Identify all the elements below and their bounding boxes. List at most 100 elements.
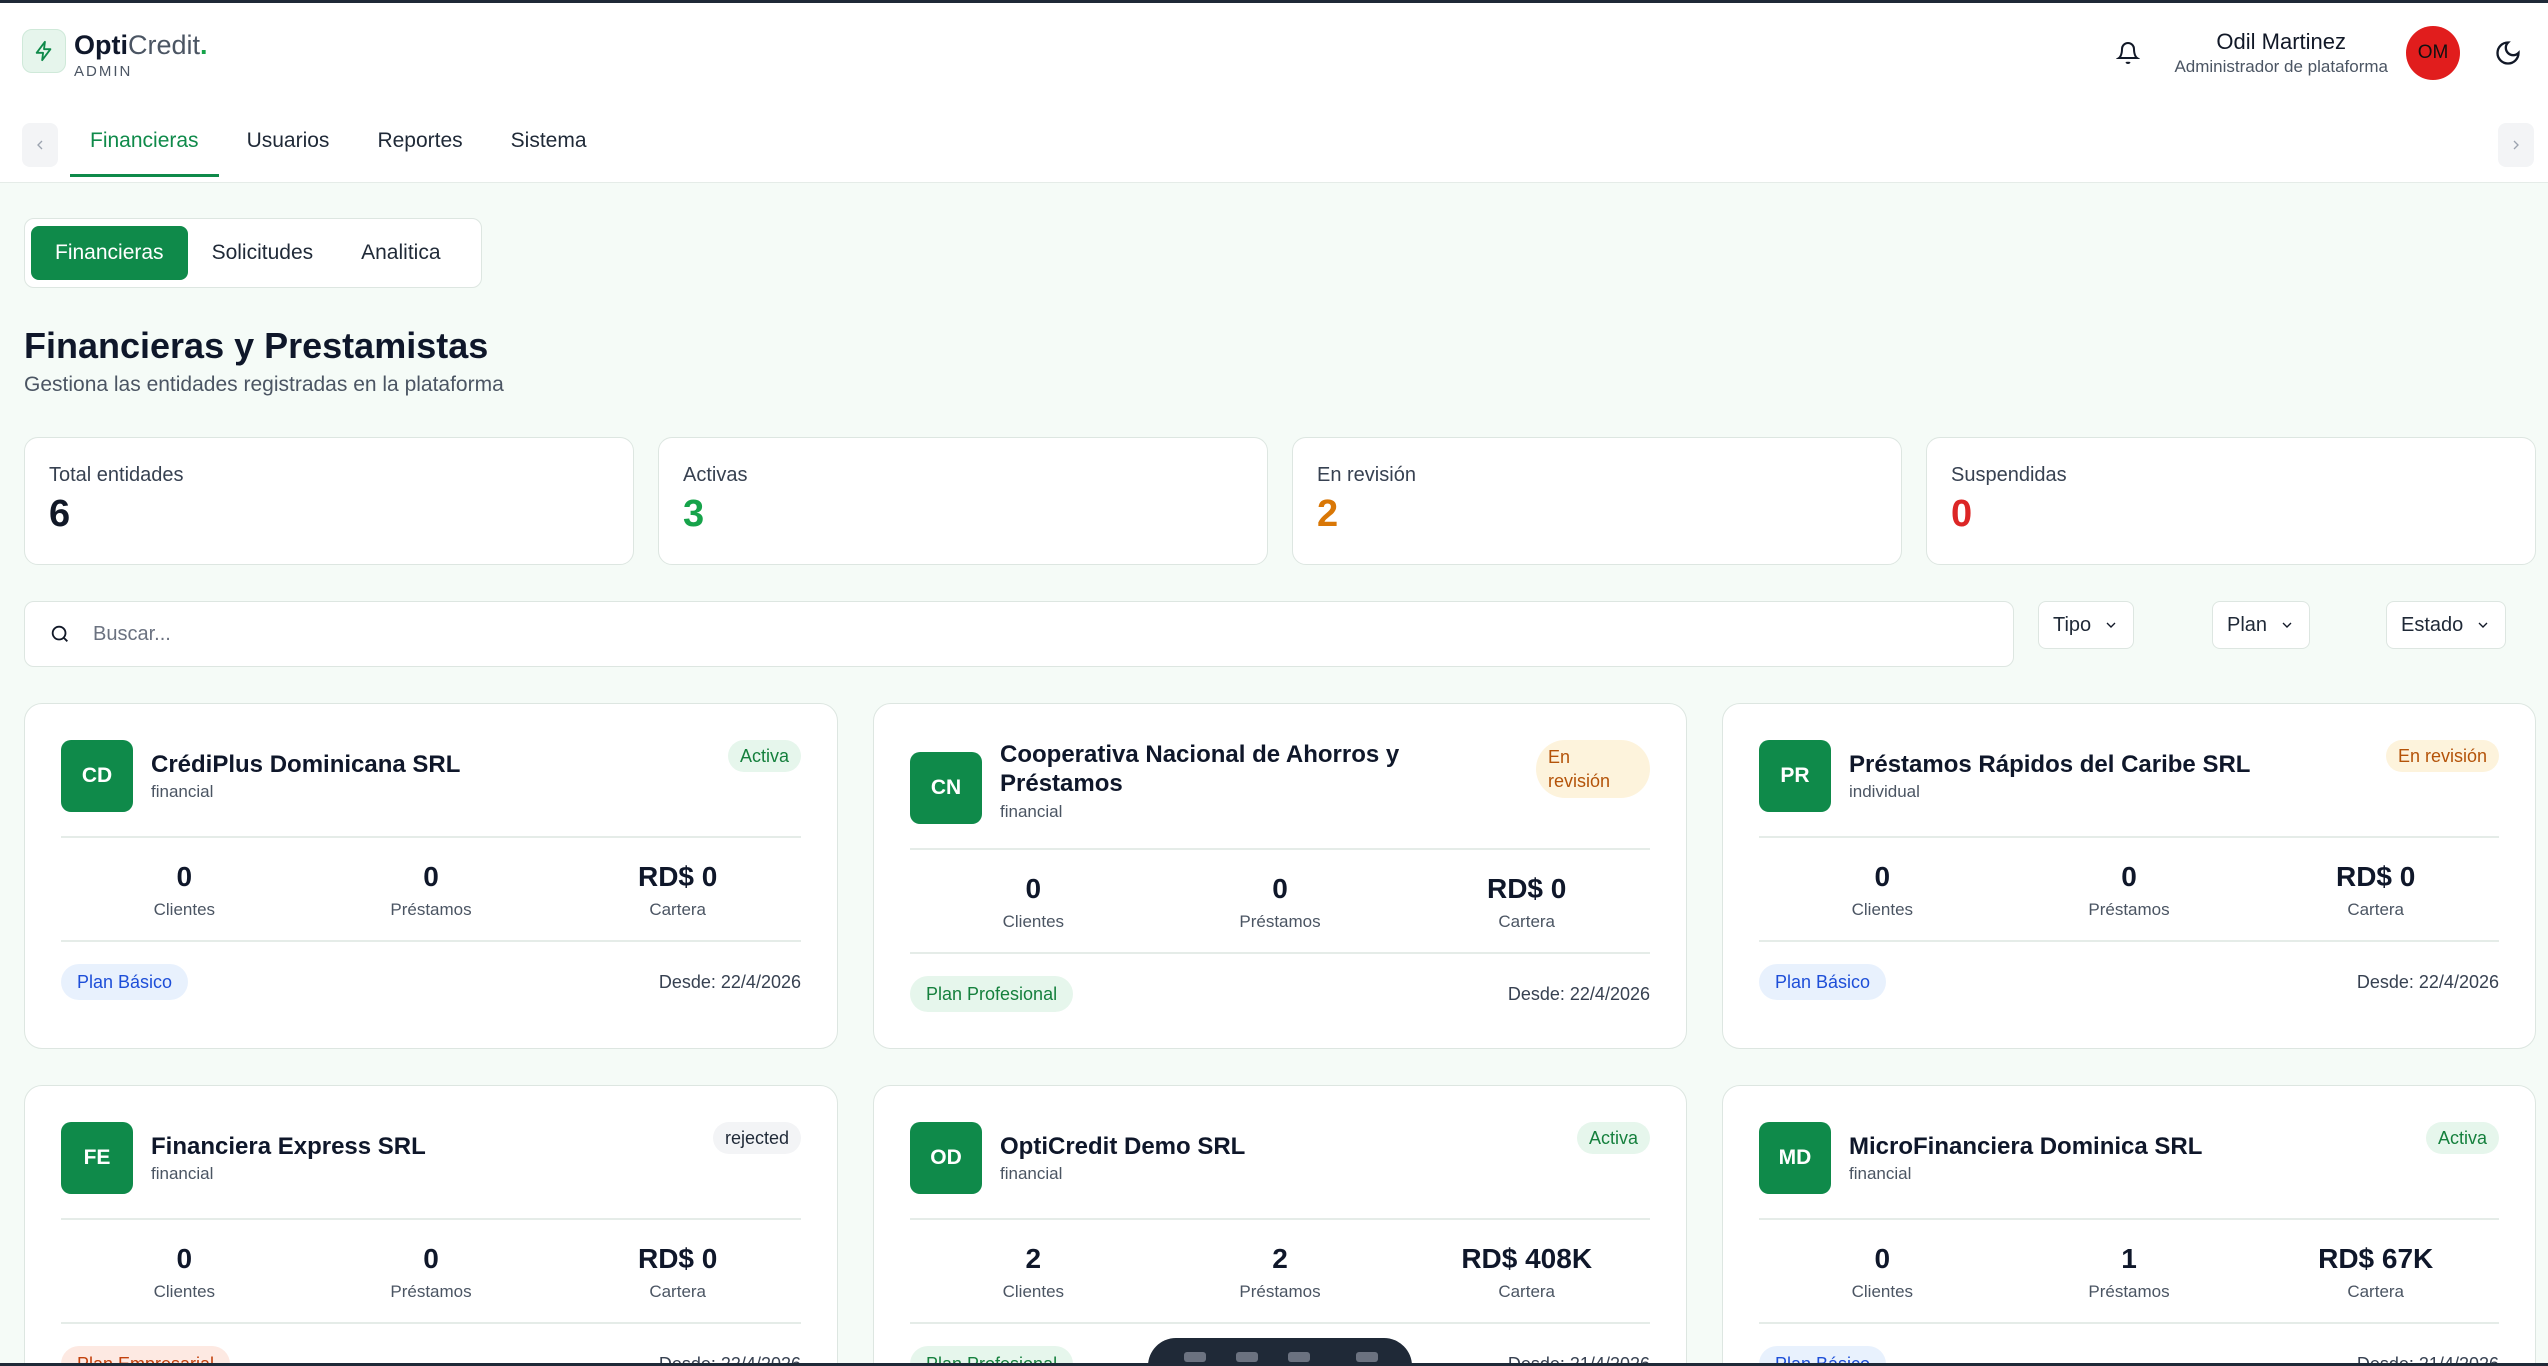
- clients-label: Clientes: [1002, 1282, 1065, 1301]
- segment-solicitudes[interactable]: Solicitudes: [188, 226, 338, 280]
- entity-card[interactable]: CD CrédiPlus Dominicana SRL financial Ac…: [24, 703, 838, 1049]
- page-subtitle: Gestiona las entidades registradas en la…: [24, 373, 504, 396]
- page-title: Financieras y Prestamistas: [24, 325, 489, 366]
- entity-type: financial: [1000, 1164, 1063, 1183]
- stat-label: Activas: [683, 464, 748, 486]
- nav-scroll-right-button[interactable]: [2498, 123, 2534, 167]
- nav-scroll-left-button[interactable]: [22, 123, 58, 167]
- portfolio-value: RD$ 0: [637, 861, 718, 892]
- segment-financieras[interactable]: Financieras: [31, 226, 188, 280]
- stat-label: En revisión: [1317, 464, 1416, 486]
- divider: [61, 940, 801, 942]
- portfolio-label: Cartera: [2347, 900, 2405, 919]
- brand-name: OptiCredit.: [74, 30, 208, 60]
- entity-metrics: 0 Clientes 0 Préstamos RD$ 0 Cartera: [910, 872, 1650, 932]
- stat-value: 2: [1317, 493, 1339, 535]
- user-info[interactable]: Odil Martinez Administrador de plataform…: [2174, 28, 2388, 78]
- loans-value: 0: [423, 861, 439, 892]
- clients-label: Clientes: [1851, 1282, 1914, 1301]
- entity-type: individual: [1849, 782, 1920, 801]
- entity-name: Préstamos Rápidos del Caribe SRL: [1849, 751, 2251, 778]
- plan-badge: Plan Básico: [1759, 964, 1887, 1000]
- stat-card-suspendidas: Suspendidas 0: [1926, 437, 2536, 565]
- loans-label: Préstamos: [1239, 912, 1321, 931]
- tab-reportes[interactable]: Reportes: [357, 113, 482, 177]
- entity-card[interactable]: FE Financiera Express SRL financial reje…: [24, 1085, 838, 1366]
- tab-sistema[interactable]: Sistema: [491, 113, 607, 177]
- divider: [910, 1218, 1650, 1220]
- loans-value: 0: [1272, 873, 1288, 904]
- toolbar-icon[interactable]: [1236, 1352, 1258, 1362]
- portfolio-value: RD$ 0: [1486, 873, 1567, 904]
- tab-financieras[interactable]: Financieras: [70, 113, 219, 177]
- divider: [61, 836, 801, 838]
- clients-value: 0: [1874, 861, 1891, 892]
- search-icon: [51, 625, 68, 642]
- plan-badge: Plan Básico: [61, 964, 189, 1000]
- chevron-left-icon: [37, 140, 43, 150]
- status-badge: Activa: [1576, 1122, 1650, 1154]
- avatar[interactable]: OM: [2406, 26, 2460, 80]
- entity-monogram: OD: [910, 1122, 982, 1194]
- entity-monogram: FE: [61, 1122, 133, 1194]
- divider: [1759, 1322, 2499, 1324]
- status-badge: rejected: [712, 1122, 801, 1154]
- toolbar-icon[interactable]: [1184, 1352, 1206, 1362]
- entity-card[interactable]: PR Préstamos Rápidos del Caribe SRL indi…: [1722, 703, 2536, 1049]
- entity-metrics: 2 Clientes 2 Préstamos RD$ 408K Cartera: [910, 1242, 1650, 1302]
- chevron-down-icon: [2106, 622, 2116, 628]
- entity-type: financial: [151, 782, 214, 801]
- filter-label: Estado: [2401, 613, 2464, 636]
- chevron-down-icon: [2282, 622, 2292, 628]
- clients-label: Clientes: [153, 1282, 216, 1301]
- entity-card[interactable]: MD MicroFinanciera Dominica SRL financia…: [1722, 1085, 2536, 1366]
- loans-value: 0: [423, 1243, 439, 1274]
- loans-label: Préstamos: [390, 900, 472, 919]
- entity-card[interactable]: OD OptiCredit Demo SRL financial Activa …: [873, 1085, 1687, 1366]
- toolbar-icon[interactable]: [1356, 1352, 1378, 1362]
- since-date: Desde: 22/4/2026: [1507, 984, 1650, 1004]
- status-badge-line-2: revisión: [1548, 771, 1611, 791]
- entity-name: MicroFinanciera Dominica SRL: [1849, 1133, 2203, 1160]
- entity-name-line-1: Cooperativa Nacional de Ahorros y: [1000, 741, 1400, 768]
- filter-tipo[interactable]: Tipo: [2038, 601, 2135, 649]
- portfolio-value: RD$ 0: [2335, 861, 2416, 892]
- filter-label: Tipo: [2053, 613, 2092, 636]
- clients-value: 0: [176, 1243, 193, 1274]
- portfolio-label: Cartera: [1498, 1282, 1556, 1301]
- brand-logo[interactable]: OptiCredit. ADMIN: [22, 29, 208, 80]
- entity-name: OptiCredit Demo SRL: [1000, 1133, 1246, 1160]
- toolbar-icon[interactable]: [1288, 1352, 1310, 1362]
- bell-icon[interactable]: [2108, 33, 2148, 73]
- segment-analitica[interactable]: Analitica: [337, 226, 464, 280]
- portfolio-label: Cartera: [649, 900, 707, 919]
- filter-label: Plan: [2227, 613, 2268, 636]
- clients-label: Clientes: [153, 900, 216, 919]
- clients-value: 0: [176, 861, 193, 892]
- stat-card-activas: Activas 3: [658, 437, 1268, 565]
- loans-label: Préstamos: [390, 1282, 472, 1301]
- entity-monogram: PR: [1759, 740, 1831, 812]
- entity-type: financial: [1849, 1164, 1912, 1183]
- status-badge: En revisión: [1536, 740, 1650, 798]
- loans-label: Préstamos: [2088, 1282, 2170, 1301]
- top-header: OptiCredit. ADMIN Odil Martinez Administ…: [0, 3, 2548, 183]
- chevron-down-icon: [2478, 622, 2488, 628]
- clients-value: 0: [1025, 873, 1042, 904]
- entity-monogram: CD: [61, 740, 133, 812]
- stat-card-total: Total entidades 6: [24, 437, 634, 565]
- status-badge-line-1: En: [1548, 747, 1571, 767]
- lightning-icon: [22, 29, 66, 73]
- tab-usuarios[interactable]: Usuarios: [227, 113, 350, 177]
- stat-value: 3: [683, 493, 705, 535]
- search-input[interactable]: [93, 622, 1893, 646]
- filter-plan[interactable]: Plan: [2212, 601, 2311, 649]
- moon-icon[interactable]: [2488, 33, 2528, 73]
- entity-card[interactable]: CN Cooperativa Nacional de Ahorros y Pré…: [873, 703, 1687, 1049]
- stat-value: 6: [49, 493, 71, 535]
- main-nav: Financieras Usuarios Reportes Sistema: [0, 113, 2548, 181]
- floating-toolbar[interactable]: [1148, 1338, 1412, 1366]
- user-role: Administrador de plataforma: [2174, 57, 2388, 76]
- filter-estado[interactable]: Estado: [2386, 601, 2507, 649]
- divider: [1759, 836, 2499, 838]
